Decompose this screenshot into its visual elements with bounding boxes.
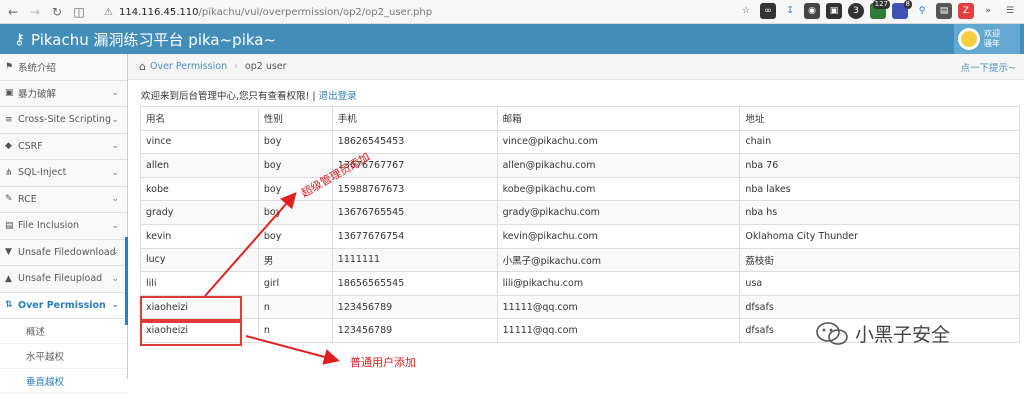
annotation-label: 普通用户添加 [350,356,416,369]
wechat-icon [816,321,848,345]
watermark-text: 小黑子安全 [855,324,951,346]
watermark: 小黑子安全 [815,320,950,347]
